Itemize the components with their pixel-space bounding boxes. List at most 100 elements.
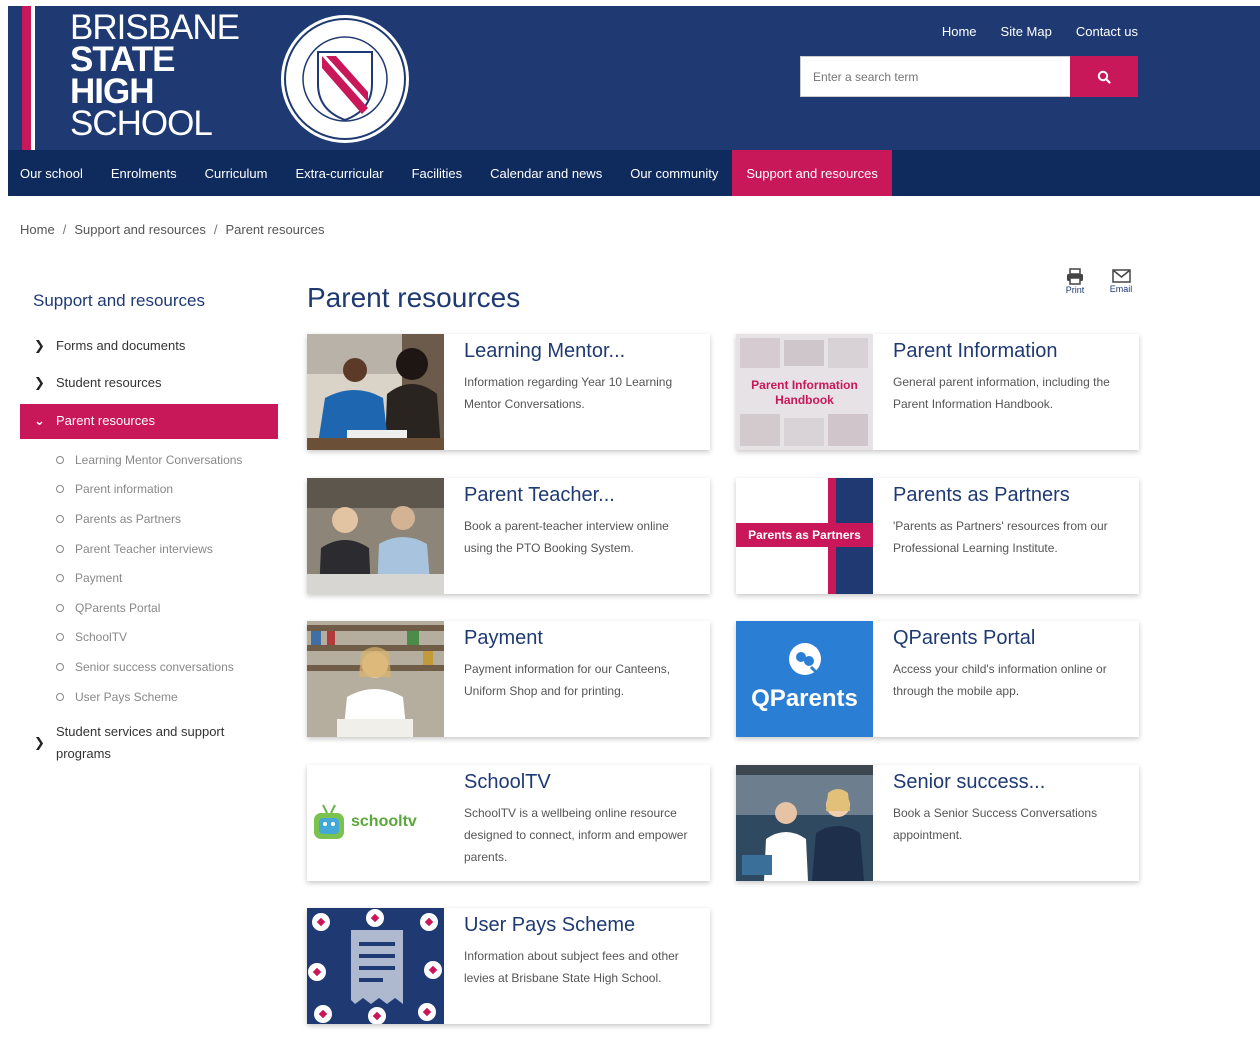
bullet-icon (56, 455, 64, 464)
nav-item-facilities[interactable]: Facilities (398, 150, 477, 196)
bullet-icon (56, 633, 64, 642)
school-crest-icon[interactable] (278, 12, 412, 146)
sidebar-item-label: Student resources (56, 375, 162, 390)
receipt-icon (307, 908, 444, 1024)
sidebar-subitem-label: Payment (75, 571, 123, 586)
sidebar-subitem-schooltv[interactable]: SchoolTV (56, 623, 278, 653)
card-title: Senior success... (893, 771, 1046, 793)
nav-item-curriculum[interactable]: Curriculum (191, 150, 282, 196)
search-icon (1097, 70, 1111, 84)
card-description: Book a parent-teacher interview online u… (464, 519, 669, 555)
sidebar-subitem-parent-information[interactable]: Parent information (56, 475, 278, 505)
card-title: Parent Information (893, 340, 1058, 362)
thumbnail-caption: Parents as Partners (736, 523, 873, 547)
card-description: Book a Senior Success Conversations appo… (893, 806, 1098, 842)
qparents-logo-icon (789, 643, 821, 675)
card-title: SchoolTV (464, 771, 551, 793)
sidebar-title[interactable]: Support and resources (33, 291, 205, 311)
nav-item-our-school[interactable]: Our school (8, 150, 97, 196)
print-label: Print (1065, 285, 1085, 295)
header-stripe-white (31, 6, 35, 150)
breadcrumb-support-and-resources[interactable]: Support and resources (74, 222, 206, 237)
sidebar-subitem-qparents[interactable]: QParents Portal (56, 593, 278, 623)
sidebar-item-label: Parent resources (56, 413, 155, 428)
top-link-home[interactable]: Home (942, 24, 977, 39)
email-label: Email (1109, 284, 1133, 294)
page-tools: Print Email (1060, 268, 1136, 295)
card-thumbnail-image (307, 478, 444, 594)
resource-card-parent-teacher[interactable]: Parent Teacher... Book a parent-teacher … (307, 478, 710, 594)
bullet-icon (56, 603, 64, 612)
breadcrumb-separator: / (213, 222, 218, 237)
breadcrumb-separator: / (62, 222, 67, 237)
card-thumbnail-image (736, 765, 873, 881)
sidebar-subitem-payment[interactable]: Payment (56, 563, 278, 593)
sidebar-subitem-senior-success[interactable]: Senior success conversations (56, 652, 278, 682)
sidebar-subitem-label: QParents Portal (75, 600, 161, 615)
sidebar-subitem-label: Parents as Partners (75, 511, 182, 526)
chevron-right-icon: ❯ (34, 338, 45, 353)
bullet-icon (56, 485, 64, 494)
thumbnail-caption: QParents (751, 685, 858, 712)
breadcrumb-home[interactable]: Home (20, 222, 55, 237)
card-title: QParents Portal (893, 627, 1036, 649)
sidebar-item-forms-and-documents[interactable]: ❯ Forms and documents (20, 330, 278, 367)
thumbnail-caption: schooltv (351, 813, 417, 830)
search-input[interactable] (800, 56, 1070, 97)
card-thumbnail-image (307, 908, 444, 1024)
top-link-contact-us[interactable]: Contact us (1076, 24, 1138, 39)
bullet-icon (56, 514, 64, 523)
card-description: Information regarding Year 10 Learning M… (464, 375, 673, 411)
breadcrumb-current: Parent resources (225, 222, 325, 237)
label-line: programs (56, 746, 111, 762)
sidebar-item-student-resources[interactable]: ❯ Student resources (20, 367, 278, 404)
breadcrumb: Home / Support and resources / Parent re… (20, 222, 324, 237)
bullet-icon (56, 544, 64, 553)
chevron-right-icon: ❯ (34, 735, 45, 751)
card-description: General parent information, including th… (893, 375, 1110, 411)
nav-item-support-and-resources[interactable]: Support and resources (732, 150, 892, 196)
search-button[interactable] (1070, 56, 1138, 97)
bullet-icon (56, 662, 64, 671)
print-button[interactable]: Print (1060, 268, 1090, 295)
card-thumbnail-image: Parent Information Handbook (736, 334, 873, 450)
card-thumbnail-image (307, 334, 444, 450)
sidebar-subitem-user-pays[interactable]: User Pays Scheme (56, 682, 278, 712)
print-icon (1067, 268, 1083, 285)
nav-item-extra-curricular[interactable]: Extra-curricular (281, 150, 397, 196)
sidebar-subitem-label: SchoolTV (75, 630, 128, 645)
school-logo[interactable]: BRISBANE STATE HIGH SCHOOL (70, 10, 240, 143)
nav-item-enrolments[interactable]: Enrolments (97, 150, 191, 196)
card-description: Access your child's information online o… (893, 662, 1107, 698)
logo-line: SCHOOL (70, 104, 213, 143)
main-nav: Our school Enrolments Curriculum Extra-c… (8, 150, 1260, 196)
email-button[interactable]: Email (1106, 268, 1136, 295)
card-title: Parents as Partners (893, 484, 1070, 506)
card-description: 'Parents as Partners' resources from our… (893, 519, 1108, 555)
chevron-down-icon: ⌄ (34, 413, 45, 428)
top-link-site-map[interactable]: Site Map (1001, 24, 1052, 39)
sidebar-subitem-label: Learning Mentor Conversations (75, 452, 243, 467)
resource-card-learning-mentor[interactable]: Learning Mentor... Information regarding… (307, 334, 710, 450)
resource-card-user-pays-scheme[interactable]: User Pays Scheme Information about subje… (307, 908, 710, 1024)
resource-card-qparents-portal[interactable]: QParents QParents Portal Access your chi… (736, 621, 1139, 737)
resource-card-payment[interactable]: Payment Payment information for our Cant… (307, 621, 710, 737)
sidebar-item-parent-resources[interactable]: ⌄ Parent resources (20, 404, 278, 439)
sidebar-subitem-parent-teacher[interactable]: Parent Teacher interviews (56, 534, 278, 564)
search-form (800, 56, 1138, 97)
envelope-icon (1111, 269, 1131, 283)
resource-card-parent-information[interactable]: Parent Information Handbook Parent Infor… (736, 334, 1139, 450)
sidebar-subitem-label: Parent Teacher interviews (75, 541, 213, 556)
bullet-icon (56, 574, 64, 583)
nav-item-our-community[interactable]: Our community (616, 150, 732, 196)
chevron-right-icon: ❯ (34, 375, 45, 390)
resource-card-senior-success[interactable]: Senior success... Book a Senior Success … (736, 765, 1139, 881)
sidebar-subitem-learning-mentor[interactable]: Learning Mentor Conversations (56, 445, 278, 475)
sidebar-item-student-services[interactable]: ❯ Student services and support programs (20, 717, 278, 777)
sidebar-subitem-parents-as-partners[interactable]: Parents as Partners (56, 504, 278, 534)
nav-item-calendar-and-news[interactable]: Calendar and news (476, 150, 616, 196)
card-description: SchoolTV is a wellbeing online resource … (464, 806, 688, 864)
resource-card-parents-as-partners[interactable]: Parents as Partners Parents as Partners … (736, 478, 1139, 594)
bullet-icon (56, 692, 64, 701)
resource-card-schooltv[interactable]: schooltv SchoolTV SchoolTV is a wellbein… (307, 765, 710, 881)
